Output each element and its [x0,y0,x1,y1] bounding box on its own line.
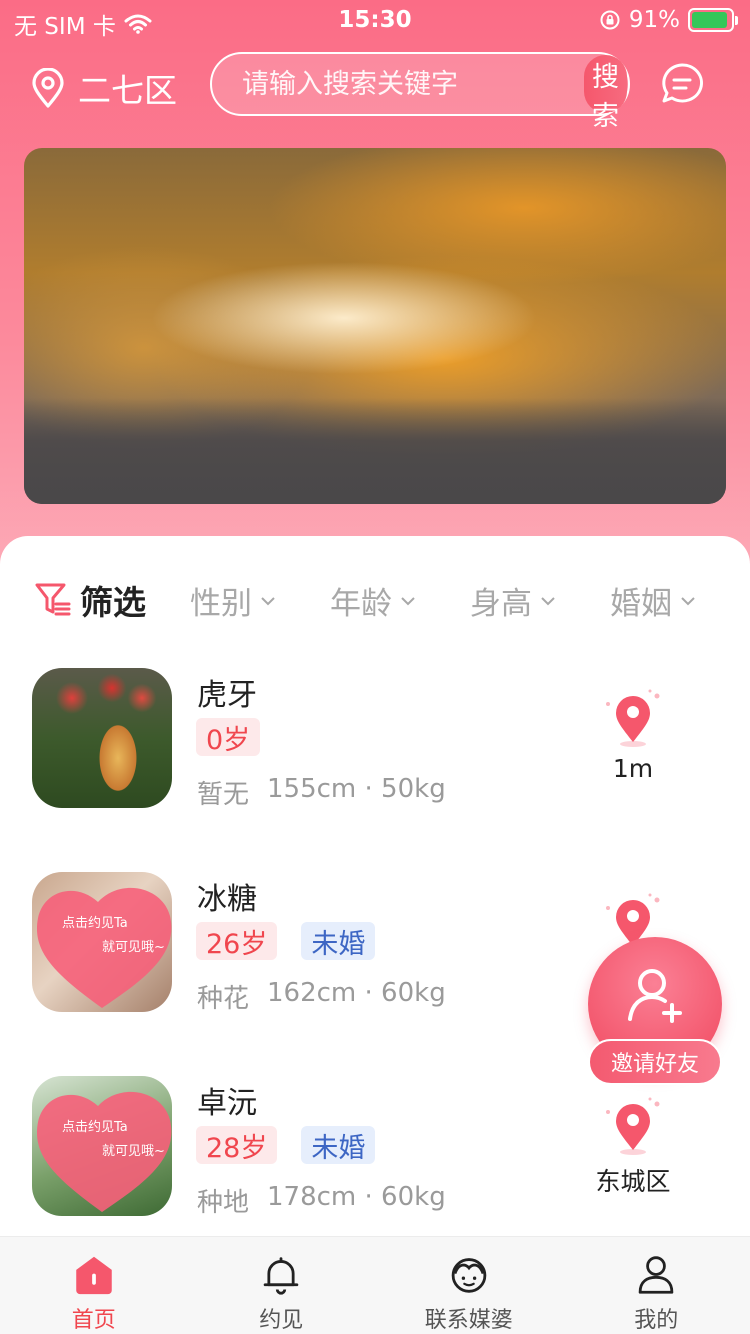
distance-label: 1m [612,754,654,783]
filter-gender[interactable]: 性别 [190,578,276,623]
filter-gender-label: 性别 [190,586,252,622]
filter-label: 筛选 [80,583,146,622]
filter-age[interactable]: 年龄 [330,578,416,623]
marital-tag: 未婚 [301,922,376,960]
battery-percent: 91% [628,7,680,33]
search-button[interactable]: 搜索 [584,55,627,132]
banner-image[interactable] [24,148,726,504]
chevron-down-icon [401,596,415,605]
location-pin-icon [606,1097,660,1155]
tab-matchmaker[interactable]: 联系媒婆 [375,1237,563,1334]
tab-matchmaker-label: 联系媒婆 [424,1308,513,1333]
tab-meet-label: 约见 [259,1308,304,1333]
avatar [32,668,172,808]
home-icon [75,1256,112,1295]
location-pin-icon [606,689,660,747]
filter-bar: 筛选 性别 年龄 身高 婚姻 [0,576,750,623]
tab-profile-label: 我的 [634,1308,679,1333]
age-tag: 26岁 [196,922,278,960]
bell-icon [263,1257,299,1295]
user-name: 虎牙 [197,678,257,713]
overlay-text-line1: 点击约见Ta [62,1120,128,1135]
tab-meet[interactable]: 约见 [188,1237,376,1334]
age-tag: 28岁 [196,1126,278,1164]
marital-tag: 未婚 [301,1126,376,1164]
filter-icon [35,583,71,616]
add-user-icon [628,969,682,1023]
status-bar: 无 SIM 卡 15:30 91% [0,0,750,44]
user-name: 冰糖 [197,882,257,917]
filter-button[interactable]: 筛选 [34,576,146,624]
body-stats: 178cm · 60kg [267,1182,446,1212]
tab-profile[interactable]: 我的 [563,1237,750,1334]
list-item[interactable]: 虎牙 0岁 暂无 155cm · 50kg 1m [0,668,750,818]
overlay-text-line2: 就可见哦~ [102,940,165,955]
filter-marital-label: 婚姻 [610,586,672,622]
body-stats: 162cm · 60kg [267,978,446,1008]
age-tag: 0岁 [196,718,261,756]
location-selector[interactable]: 二七区 [30,64,177,112]
rotation-lock-icon [600,10,620,30]
invite-friend-button[interactable]: 邀请好友 [588,937,724,1087]
battery-icon [688,8,738,32]
app-header: 二七区 搜索 [0,52,750,132]
avatar: 点击约见Ta 就可见哦~ [32,872,172,1012]
tab-home-label: 首页 [71,1308,116,1333]
occupation: 种花 [197,984,250,1014]
distance-label: 东城区 [595,1167,671,1196]
invite-label: 邀请好友 [588,1039,722,1085]
body-stats: 155cm · 50kg [267,774,446,804]
filter-age-label: 年龄 [330,586,392,622]
chevron-down-icon [681,596,695,605]
search-input[interactable] [212,54,584,114]
bottom-tab-bar: 首页 约见 联系媒婆 我的 [0,1236,750,1334]
matchmaker-icon [451,1258,487,1293]
profile-icon [638,1256,674,1294]
location-label: 二七区 [78,71,177,110]
occupation: 暂无 [197,780,250,810]
tab-home[interactable]: 首页 [0,1237,188,1334]
filter-height[interactable]: 身高 [470,578,556,623]
filter-height-label: 身高 [470,586,532,622]
chevron-down-icon [541,596,555,605]
location-pin-icon [32,68,64,108]
avatar: 点击约见Ta 就可见哦~ [32,1076,172,1216]
search-bar: 搜索 [210,52,630,132]
chevron-down-icon [261,596,275,605]
overlay-text-line1: 点击约见Ta [62,916,128,931]
occupation: 种地 [197,1188,250,1218]
list-item[interactable]: 点击约见Ta 就可见哦~ 卓沅 28岁 未婚 种地 178cm · 60kg 东… [0,1076,750,1226]
user-name: 卓沅 [197,1086,257,1121]
message-icon[interactable] [660,62,704,106]
overlay-text-line2: 就可见哦~ [102,1144,165,1159]
filter-marital[interactable]: 婚姻 [610,578,696,623]
